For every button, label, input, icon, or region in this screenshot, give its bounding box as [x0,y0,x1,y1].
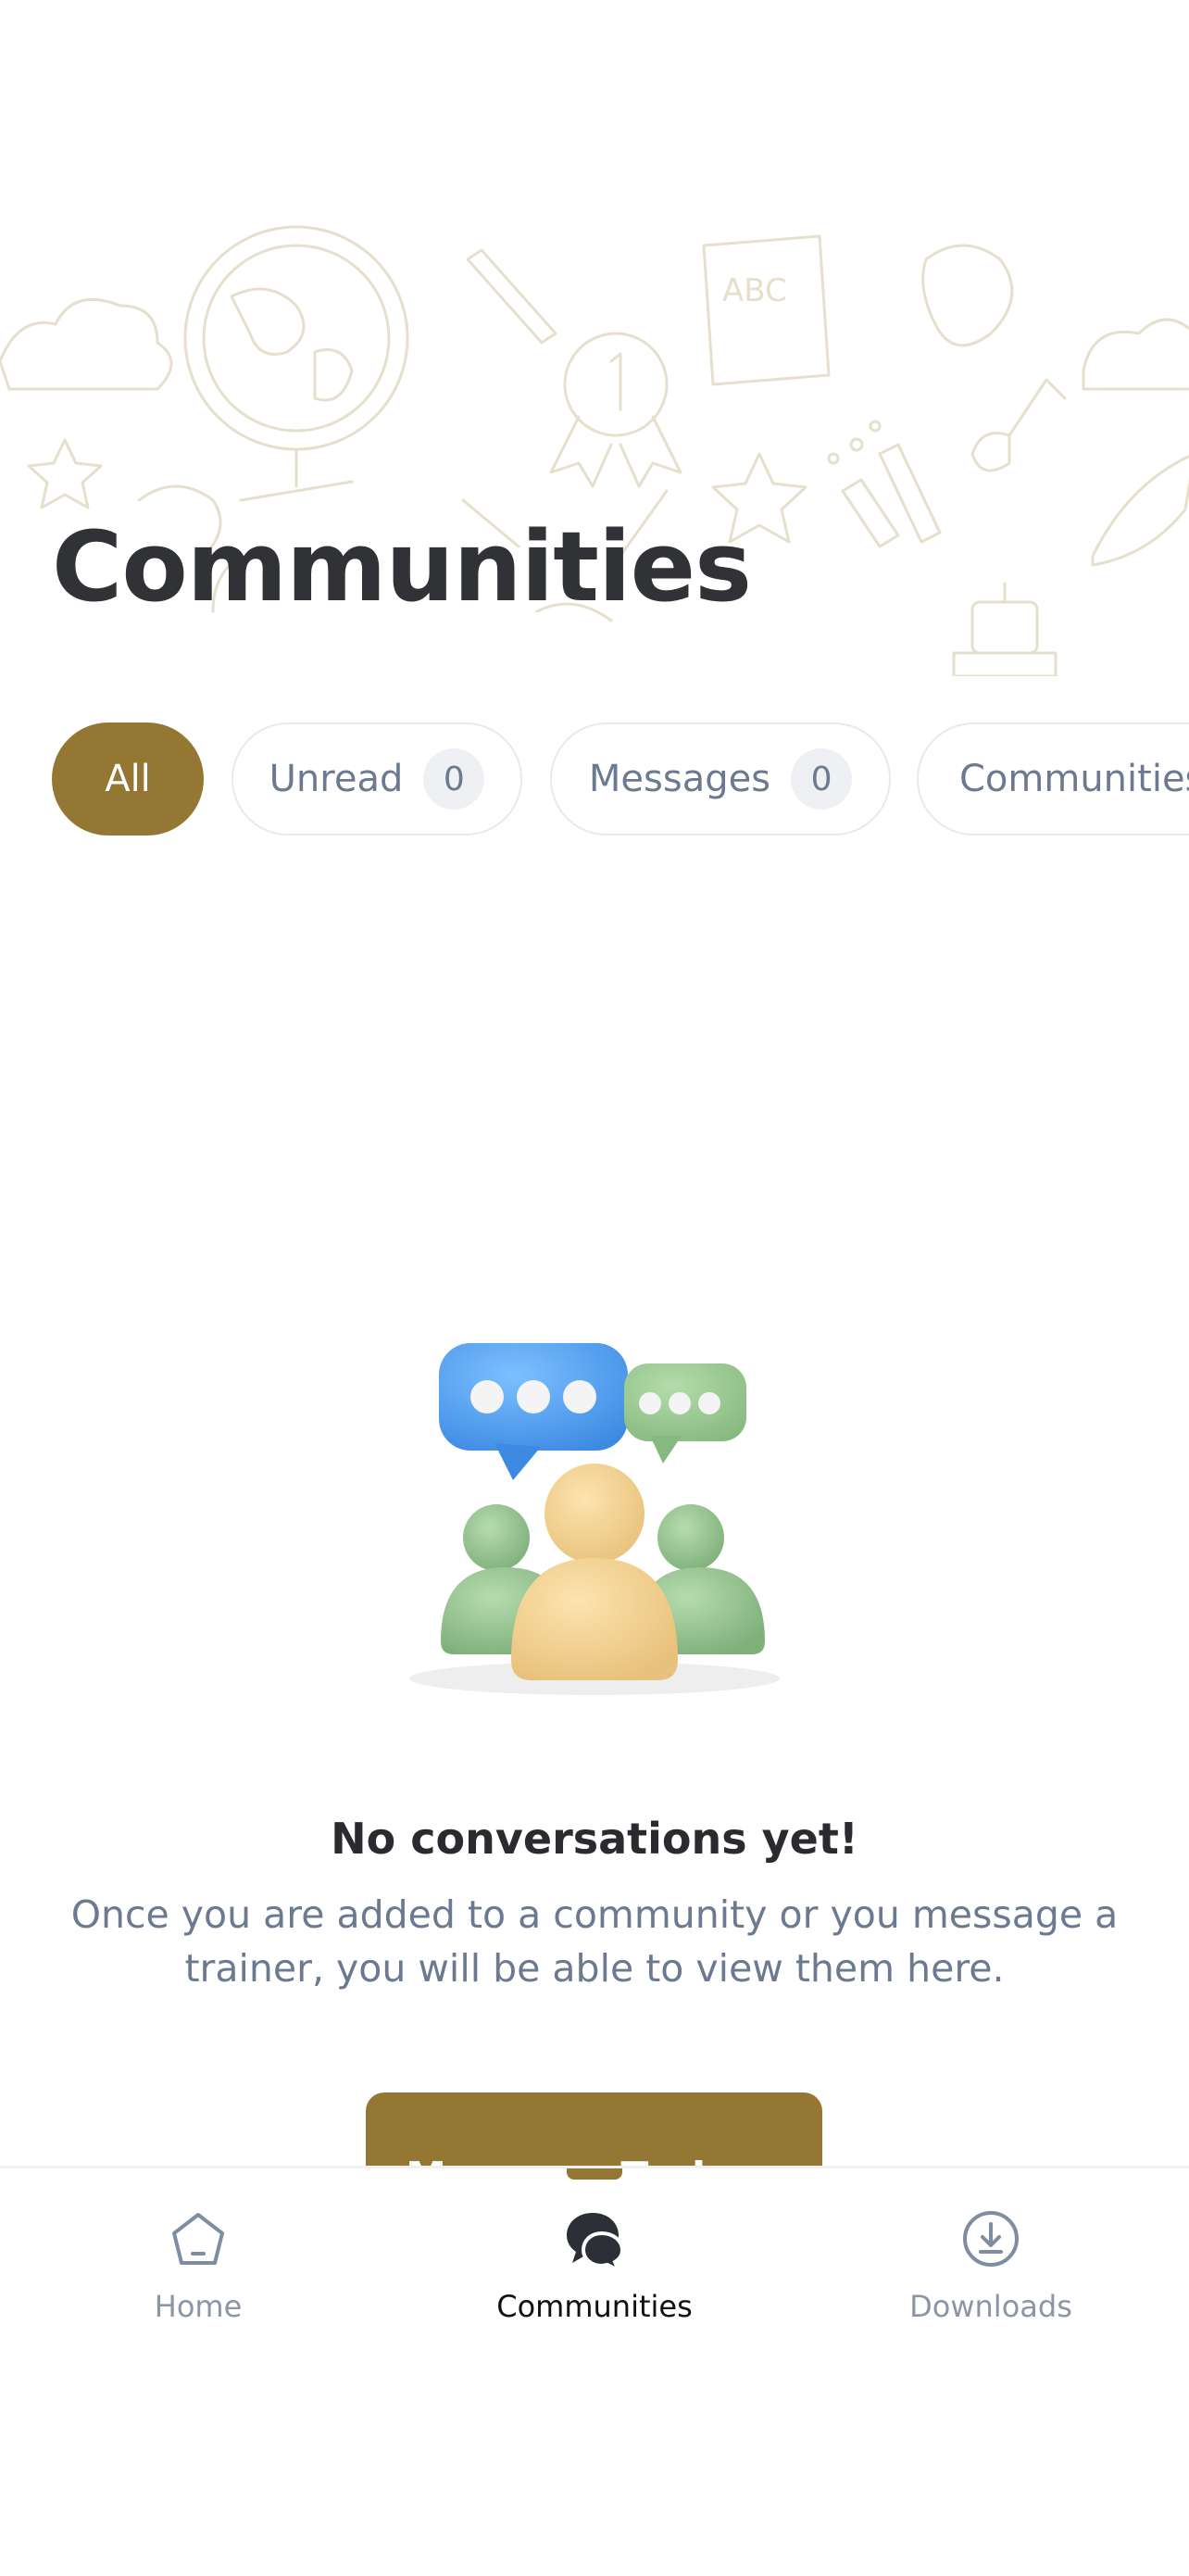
svg-text:ABC: ABC [722,272,787,309]
filter-chip-label: Unread [269,758,404,800]
tab-label: Downloads [909,2289,1072,2324]
filter-chip-label: All [105,758,151,800]
tab-label: Communities [496,2289,693,2324]
tab-label: Home [154,2289,243,2324]
filter-chip-unread[interactable]: Unread 0 [232,723,522,836]
filter-chip-label: Messages [588,758,771,800]
download-icon [963,2211,1019,2267]
tab-communities[interactable]: Communities [456,2205,733,2344]
messages-count-badge: 0 [791,748,853,810]
page-title: Communities [52,510,752,623]
filter-chip-label: Communities [959,758,1189,800]
filter-chips: All Unread 0 Messages 0 Communities [0,723,1189,837]
bottom-tab-bar: Home Communities Downloads [0,2166,1189,2576]
tab-downloads[interactable]: Downloads [852,2205,1130,2344]
tab-home[interactable]: Home [59,2205,337,2344]
filter-chip-communities[interactable]: Communities [917,723,1189,836]
chat-bubbles-icon [567,2213,625,2272]
empty-state-description: Once you are added to a community or you… [70,1892,1119,1991]
page-header: ABC Communities [0,0,1189,676]
filter-chip-messages[interactable]: Messages 0 [550,723,891,836]
active-tab-indicator [567,2168,622,2180]
home-icon [172,2213,224,2265]
unread-count-badge: 0 [423,748,485,810]
filter-chip-all[interactable]: All [52,723,204,836]
community-chat-illustration [409,1343,780,1695]
empty-state-title: No conversations yet! [331,1814,858,1864]
